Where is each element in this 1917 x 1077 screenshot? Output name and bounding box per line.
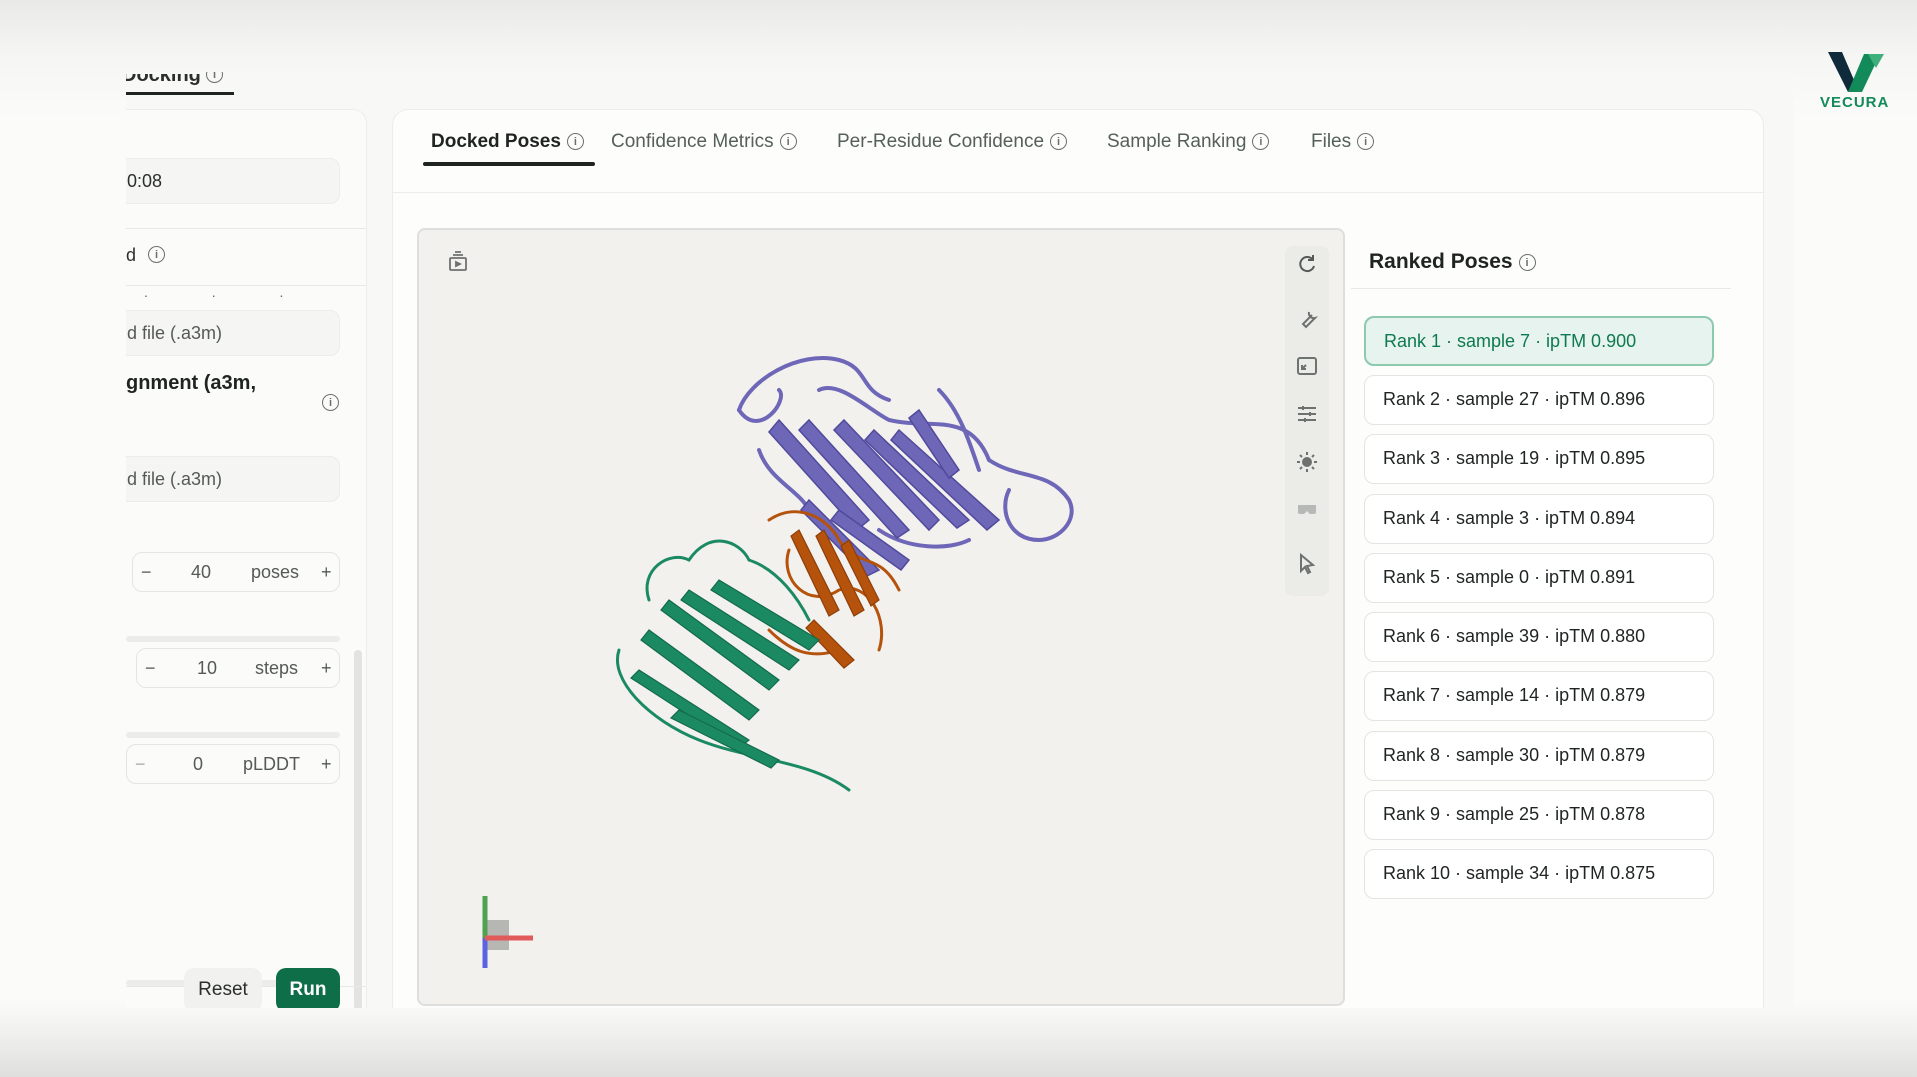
pose-item[interactable]: Rank 4 · sample 3 · ipTM 0.894 — [1364, 494, 1714, 544]
vr-icon[interactable] — [1294, 496, 1320, 522]
active-tab-indicator — [423, 162, 595, 166]
rotate-icon[interactable] — [1294, 252, 1320, 278]
ranked-poses-panel: Ranked Poses i Rank 1 · sample 7 · ipTM 0… — [1345, 228, 1745, 1008]
msa-upload-label: d file (.a3m) — [127, 323, 223, 343]
info-icon[interactable]: i — [1252, 133, 1270, 151]
plddt-stepper[interactable]: − 0 pLDDT + — [126, 744, 340, 784]
alignment-title: gnment (a3m, — [126, 372, 257, 394]
app-window: Docking i 0:08 d i . . . . d file (.a3m)… — [126, 72, 1794, 1008]
reset-button[interactable]: Reset — [184, 968, 262, 1008]
alignment-upload-field[interactable]: d file (.a3m) — [126, 456, 340, 502]
wrench-icon[interactable] — [1294, 308, 1320, 334]
molecule-viewer[interactable] — [417, 228, 1345, 1006]
alignment-upload-label: d file (.a3m) — [127, 469, 223, 489]
ranked-poses-title-label: Ranked Poses — [1369, 250, 1513, 273]
tab-label: Files — [1311, 131, 1352, 152]
info-icon[interactable]: i — [206, 72, 223, 83]
steps-stepper[interactable]: − 10 steps + — [136, 648, 340, 688]
breadcrumb[interactable]: Docking i — [126, 72, 223, 87]
scrollbar[interactable] — [354, 650, 362, 1008]
section-label: d — [126, 245, 137, 265]
tab-per-residue-confidence[interactable]: Per-Residue Confidence i — [837, 131, 1068, 153]
breadcrumb-underline — [126, 92, 234, 95]
info-icon[interactable]: i — [1518, 253, 1536, 271]
info-icon[interactable]: i — [322, 394, 339, 411]
msa-upload-field[interactable]: d file (.a3m) — [126, 310, 340, 356]
plus-icon[interactable]: + — [321, 754, 332, 775]
snapshot-icon[interactable] — [445, 250, 471, 276]
pose-item[interactable]: Rank 2 · sample 27 · ipTM 0.896 — [1364, 375, 1714, 425]
minus-icon[interactable]: − — [145, 658, 156, 679]
divider — [1351, 288, 1731, 289]
viewer-toolbar — [1285, 246, 1329, 596]
tab-label: Per-Residue Confidence — [837, 131, 1045, 152]
pose-item[interactable]: Rank 10 · sample 34 · ipTM 0.875 — [1364, 849, 1714, 899]
tab-label: Confidence Metrics — [611, 131, 774, 152]
chain-c-strands — [630, 579, 820, 769]
pose-item[interactable]: Rank 9 · sample 25 · ipTM 0.878 — [1364, 790, 1714, 840]
sliders-icon[interactable] — [1294, 402, 1320, 428]
poses-stepper[interactable]: − 40 poses + — [132, 552, 340, 592]
poses-unit: poses — [251, 562, 300, 582]
minus-icon[interactable]: − — [141, 562, 152, 583]
run-button[interactable]: Run — [276, 968, 340, 1008]
results-card: Docked Poses i Confidence Metrics i Per-Re… — [392, 109, 1764, 1008]
plus-icon[interactable]: + — [321, 562, 332, 583]
tab-bar: Docked Poses i Confidence Metrics i Per-Re… — [393, 110, 1763, 193]
tab-files[interactable]: Files i — [1311, 131, 1375, 153]
pose-item[interactable]: Rank 5 · sample 0 · ipTM 0.891 — [1364, 553, 1714, 603]
info-icon[interactable]: i — [779, 133, 797, 151]
pose-item-selected[interactable]: Rank 1 · sample 7 · ipTM 0.900 — [1364, 316, 1714, 366]
pose-item[interactable]: Rank 6 · sample 39 · ipTM 0.880 — [1364, 612, 1714, 662]
protein-structure[interactable] — [609, 350, 1149, 810]
steps-value: 10 — [197, 658, 218, 678]
info-icon[interactable]: i — [566, 133, 584, 151]
poses-slider[interactable] — [126, 636, 340, 642]
breadcrumb-label: Docking — [126, 72, 201, 86]
time-field[interactable]: 0:08 — [126, 158, 340, 204]
tab-sample-ranking[interactable]: Sample Ranking i — [1107, 131, 1270, 153]
logo-text: VECURA — [1820, 94, 1890, 111]
tab-docked-poses[interactable]: Docked Poses i — [431, 131, 584, 153]
info-icon[interactable]: i — [1357, 133, 1375, 151]
info-icon[interactable]: i — [148, 246, 165, 263]
pose-item[interactable]: Rank 3 · sample 19 · ipTM 0.895 — [1364, 434, 1714, 484]
steps-unit: steps — [255, 658, 299, 678]
cursor-icon[interactable] — [1294, 552, 1320, 578]
tab-label: Sample Ranking — [1107, 131, 1247, 152]
tab-label: Docked Poses — [431, 131, 561, 152]
steps-slider[interactable] — [126, 732, 340, 738]
info-icon[interactable]: i — [1050, 133, 1068, 151]
light-icon[interactable] — [1294, 450, 1320, 476]
pose-item[interactable]: Rank 7 · sample 14 · ipTM 0.879 — [1364, 671, 1714, 721]
tab-confidence-metrics[interactable]: Confidence Metrics i — [611, 131, 797, 153]
expand-icon[interactable] — [1294, 354, 1320, 380]
pose-item[interactable]: Rank 8 · sample 30 · ipTM 0.879 — [1364, 731, 1714, 781]
minus-icon[interactable]: − — [135, 754, 146, 775]
ranked-poses-title: Ranked Poses i — [1369, 250, 1536, 274]
divider — [126, 228, 366, 229]
poses-value: 40 — [191, 562, 212, 582]
left-settings-panel: 0:08 d i . . . . d file (.a3m) gnment (a… — [126, 109, 367, 1008]
plddt-value: 0 — [193, 754, 204, 774]
axes-indicator — [482, 896, 533, 968]
time-value: 0:08 — [127, 171, 163, 191]
plddt-unit: pLDDT — [243, 754, 301, 774]
plus-icon[interactable]: + — [321, 658, 332, 679]
